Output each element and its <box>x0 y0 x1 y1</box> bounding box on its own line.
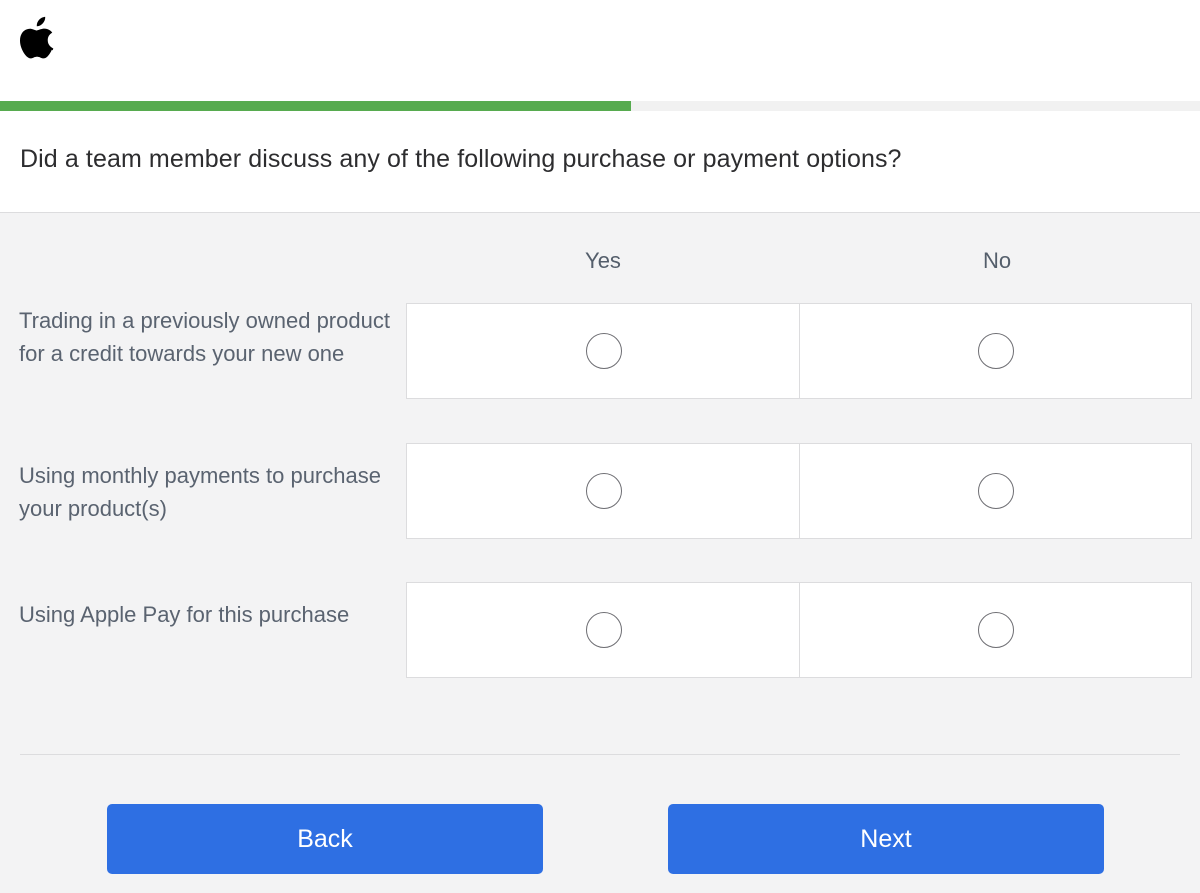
progress-bar-fill <box>0 101 632 111</box>
radio-apple-pay-yes[interactable] <box>585 612 622 648</box>
column-header-yes: Yes <box>585 248 621 273</box>
radio-monthly-payments-no[interactable] <box>977 473 1014 509</box>
back-button[interactable]: Back <box>107 804 543 874</box>
radio-trade-in-yes[interactable] <box>585 333 622 369</box>
question-panel: Did a team member discuss any of the fol… <box>0 111 1200 213</box>
cell-monthly-payments-yes[interactable] <box>406 443 801 539</box>
cell-trade-in-no[interactable] <box>799 303 1192 399</box>
row-label-trade-in: Trading in a previously owned product fo… <box>19 308 390 366</box>
row-label-monthly-payments: Using monthly payments to purchase your … <box>19 463 381 521</box>
radio-trade-in-no[interactable] <box>977 333 1014 369</box>
cell-monthly-payments-no[interactable] <box>799 443 1192 539</box>
radio-apple-pay-no[interactable] <box>977 612 1014 648</box>
radio-monthly-payments-yes[interactable] <box>585 473 622 509</box>
cell-trade-in-yes[interactable] <box>406 303 801 399</box>
next-button[interactable]: Next <box>668 804 1104 874</box>
progress-bar <box>0 101 1200 111</box>
footer-divider <box>20 754 1180 755</box>
cell-apple-pay-no[interactable] <box>799 582 1192 678</box>
column-header-no: No <box>982 248 1012 273</box>
question-text: Did a team member discuss any of the fol… <box>20 145 902 173</box>
row-label-apple-pay: Using Apple Pay for this purchase <box>19 602 350 627</box>
header <box>0 0 1200 101</box>
apple-logo-icon <box>20 16 54 59</box>
cell-apple-pay-yes[interactable] <box>406 582 801 678</box>
